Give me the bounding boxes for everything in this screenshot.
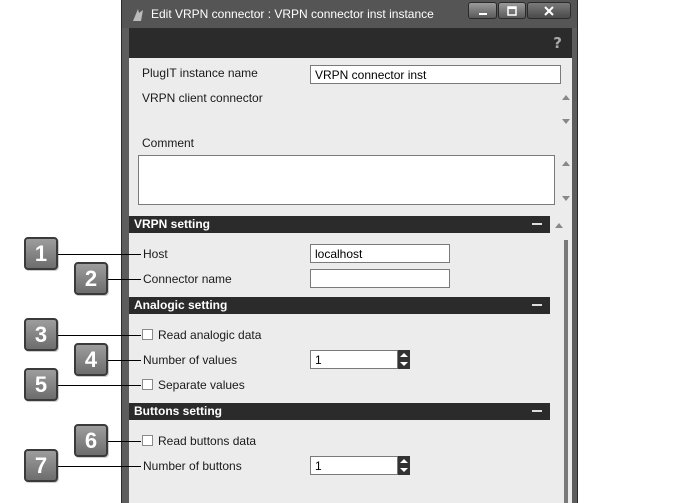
- callout-leader-line: [58, 466, 141, 467]
- maximize-icon: [499, 3, 525, 18]
- help-icon[interactable]: ?: [553, 34, 562, 52]
- callout-leader-line: [58, 335, 141, 336]
- callout-leader-line: [108, 279, 141, 280]
- collapse-icon[interactable]: [532, 410, 542, 412]
- comment-label: Comment: [142, 136, 195, 150]
- scroll-down-icon: [562, 196, 570, 201]
- analogic-setting-title: Analogic setting: [134, 298, 228, 312]
- spin-up-icon[interactable]: [400, 353, 408, 357]
- spin-down-icon[interactable]: [400, 362, 408, 366]
- separate-values-label[interactable]: Separate values: [158, 378, 245, 392]
- maximize-button[interactable]: [498, 2, 526, 19]
- callout-2: 2: [74, 262, 108, 295]
- plugit-instance-label: PlugIT instance name: [142, 66, 258, 80]
- scroll-up-icon[interactable]: [555, 223, 563, 228]
- window-title: Edit VRPN connector : VRPN connector ins…: [151, 7, 434, 21]
- title-bar[interactable]: Edit VRPN connector : VRPN connector ins…: [122, 0, 577, 28]
- callout-leader-line: [108, 360, 141, 361]
- number-of-buttons-label: Number of buttons: [143, 459, 242, 473]
- spinner-buttons[interactable]: [398, 350, 410, 369]
- description-scrollbar[interactable]: [559, 92, 573, 126]
- dialog-content: ? PlugIT instance name VRPN client conne…: [129, 28, 572, 503]
- callout-5: 5: [24, 368, 58, 401]
- number-of-values-input[interactable]: [310, 350, 398, 369]
- callout-6: 6: [74, 424, 108, 457]
- scroll-down-icon: [562, 119, 570, 124]
- dialog-header: ?: [129, 28, 572, 58]
- scrollbar-track[interactable]: [564, 240, 568, 503]
- spin-up-icon[interactable]: [400, 459, 408, 463]
- number-of-buttons-spinner[interactable]: [310, 456, 410, 475]
- minimize-button[interactable]: [468, 2, 497, 19]
- close-button[interactable]: [527, 2, 571, 19]
- read-buttons-checkbox[interactable]: [142, 435, 153, 446]
- callout-leader-line: [108, 441, 141, 442]
- collapse-icon[interactable]: [532, 223, 542, 225]
- connector-name-label: Connector name: [143, 272, 232, 286]
- separate-values-checkbox[interactable]: [142, 379, 153, 390]
- callout-1: 1: [24, 237, 58, 270]
- host-label: Host: [143, 247, 168, 261]
- number-of-values-spinner[interactable]: [310, 350, 410, 369]
- read-analogic-checkbox[interactable]: [142, 329, 153, 340]
- read-buttons-label[interactable]: Read buttons data: [158, 434, 256, 448]
- callout-leader-line: [58, 385, 141, 386]
- read-analogic-label[interactable]: Read analogic data: [158, 328, 261, 342]
- app-icon: [130, 7, 146, 23]
- settings-scrollbar[interactable]: [550, 215, 572, 503]
- comment-textarea[interactable]: [138, 155, 555, 205]
- callout-4: 4: [74, 343, 108, 376]
- vrpn-setting-title: VRPN setting: [134, 217, 211, 231]
- number-of-values-label: Number of values: [143, 353, 238, 367]
- plugit-instance-input[interactable]: [310, 65, 561, 84]
- callout-7: 7: [24, 449, 58, 482]
- spin-down-icon[interactable]: [400, 468, 408, 472]
- edit-vrpn-connector-window: Edit VRPN connector : VRPN connector ins…: [121, 0, 578, 503]
- buttons-setting-header[interactable]: Buttons setting: [129, 403, 550, 420]
- host-input[interactable]: [310, 244, 450, 263]
- scroll-up-icon: [562, 161, 570, 166]
- connector-name-input[interactable]: [310, 269, 450, 288]
- scroll-up-icon: [562, 95, 570, 100]
- connector-description: VRPN client connector: [142, 91, 263, 105]
- spinner-buttons[interactable]: [398, 456, 410, 475]
- close-icon: [528, 3, 570, 18]
- buttons-setting-title: Buttons setting: [134, 404, 222, 418]
- analogic-setting-header[interactable]: Analogic setting: [129, 297, 550, 314]
- callout-leader-line: [58, 254, 141, 255]
- number-of-buttons-input[interactable]: [310, 456, 398, 475]
- comment-scrollbar[interactable]: [559, 158, 573, 204]
- vrpn-setting-header[interactable]: VRPN setting: [129, 216, 550, 233]
- minimize-icon: [469, 3, 496, 18]
- callout-3: 3: [24, 318, 58, 351]
- collapse-icon[interactable]: [532, 304, 542, 306]
- settings-pane: VRPN setting Host Connector name Analogi…: [129, 215, 572, 503]
